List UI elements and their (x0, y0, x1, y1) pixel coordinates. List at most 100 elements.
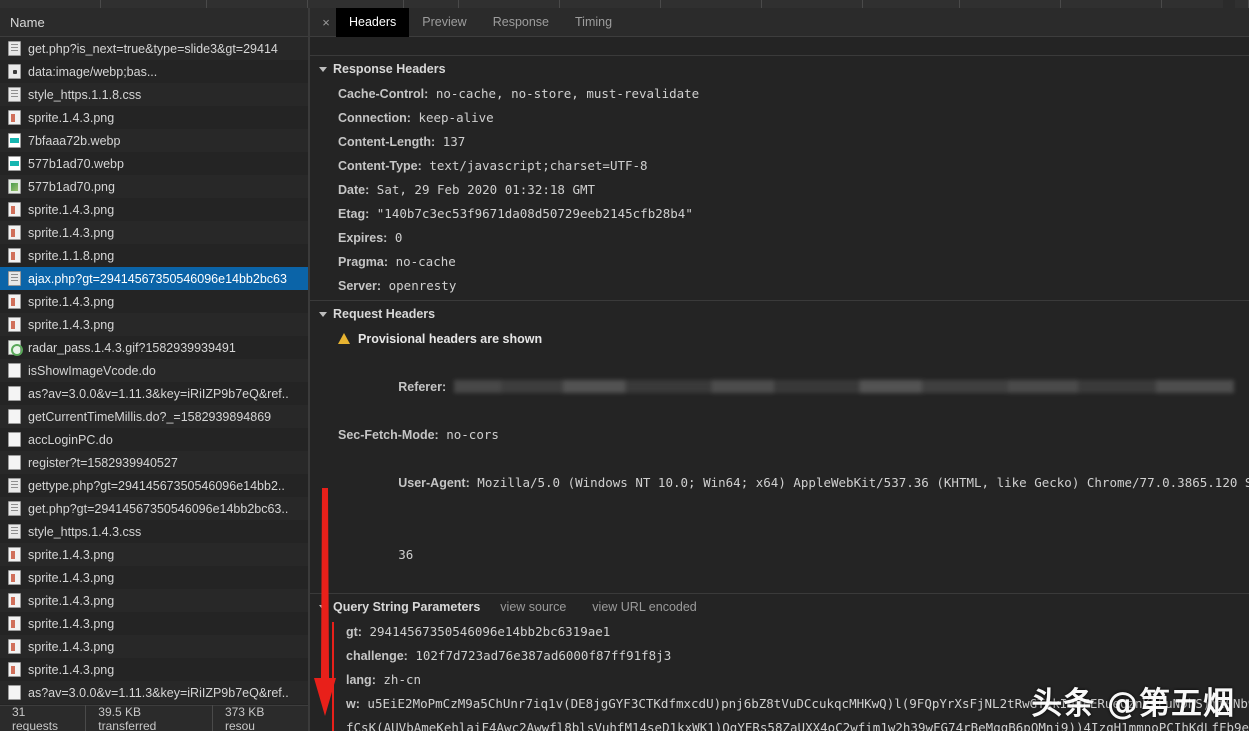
request-header-value: no-cors (446, 427, 499, 442)
request-list-item[interactable]: data:image/webp;bas... (0, 60, 308, 83)
section-request-headers-label: Request Headers (333, 307, 436, 321)
request-list-item[interactable]: isShowImageVcode.do (0, 359, 308, 382)
column-divider-10[interactable] (960, 0, 1061, 8)
chevron-down-icon[interactable] (319, 66, 327, 72)
request-list-item[interactable]: sprite.1.4.3.png (0, 543, 308, 566)
request-list-item[interactable]: 577b1ad70.png (0, 175, 308, 198)
close-icon[interactable]: × (316, 12, 336, 32)
request-list-item[interactable]: sprite.1.4.3.png (0, 566, 308, 589)
response-header-value: openresty (388, 278, 457, 293)
response-header-row: Pragma: no-cache (310, 250, 1249, 274)
request-list-item[interactable]: sprite.1.4.3.png (0, 198, 308, 221)
response-header-key: Pragma: (338, 255, 389, 269)
request-list-item-label: sprite.1.4.3.png (28, 202, 115, 217)
request-list-item[interactable]: sprite.1.4.3.png (0, 290, 308, 313)
request-list-item-label: sprite.1.4.3.png (28, 294, 115, 309)
header-referer-key: Referer: (398, 380, 447, 394)
tab-headers[interactable]: Headers (336, 7, 410, 37)
column-divider-0[interactable] (0, 0, 102, 8)
view-source-link[interactable]: view source (500, 594, 566, 620)
request-list-item[interactable]: sprite.1.1.8.png (0, 244, 308, 267)
response-header-key: Connection: (338, 111, 411, 125)
request-list[interactable]: get.php?is_next=true&type=slide3&gt=2941… (0, 37, 308, 705)
request-list-item-label: sprite.1.1.8.png (28, 248, 115, 263)
response-header-key: Content-Type: (338, 159, 422, 173)
response-header-key: Content-Length: (338, 135, 436, 149)
response-header-value: text/javascript;charset=UTF-8 (429, 158, 648, 173)
request-list-item[interactable]: as?av=3.0.0&v=1.11.3&key=iRiIZP9b7eQ&ref… (0, 681, 308, 704)
chevron-down-icon[interactable] (319, 604, 327, 610)
column-header-name[interactable]: Name (0, 8, 308, 37)
image-icon (8, 248, 21, 263)
request-list-item[interactable]: register?t=1582939940527 (0, 451, 308, 474)
request-list-item[interactable]: accLoginPC.do (0, 428, 308, 451)
query-param-key: challenge: (346, 649, 408, 663)
request-list-item-label: style_https.1.4.3.css (28, 524, 142, 539)
detail-tabbar: × Headers Preview Response Timing (310, 7, 1249, 37)
request-list-item[interactable]: 577b1ad70.webp (0, 152, 308, 175)
response-header-key: Cache-Control: (338, 87, 429, 101)
request-list-item[interactable]: 7bfaaa72b.webp (0, 129, 308, 152)
column-divider-7[interactable] (661, 0, 763, 8)
column-divider-1[interactable] (101, 0, 207, 8)
column-divider-12[interactable] (1162, 0, 1249, 8)
request-list-item[interactable]: getCurrentTimeMillis.do?_=1582939894869 (0, 405, 308, 428)
request-detail-panel: × Headers Preview Response Timing Referr… (310, 7, 1249, 731)
column-divider-2[interactable] (207, 0, 308, 8)
request-headers-list: Sec-Fetch-Mode: no-cors (310, 423, 1249, 447)
request-list-item[interactable]: get.php?gt=29414567350546096e14bb2bc63.. (0, 497, 308, 520)
devtools-network-panel: Name get.php?is_next=true&type=slide3&gt… (0, 0, 1249, 731)
column-divider-8[interactable] (762, 0, 864, 8)
column-divider-9[interactable] (863, 0, 960, 8)
query-param-row: lang: zh-cn (310, 668, 1249, 692)
tab-timing[interactable]: Timing (562, 8, 625, 37)
response-header-row: Content-Length: 137 (310, 130, 1249, 154)
section-request-headers[interactable]: Request Headers (310, 300, 1249, 327)
header-referer: Referer: (310, 351, 1249, 423)
image-icon (8, 317, 21, 332)
request-list-item[interactable]: sprite.1.4.3.png (0, 106, 308, 129)
provisional-headers-warning: Provisional headers are shown (310, 327, 1249, 351)
request-list-panel: Name get.php?is_next=true&type=slide3&gt… (0, 8, 309, 731)
image-icon (8, 616, 21, 631)
header-user-agent: User-Agent: Mozilla/5.0 (Windows NT 10.0… (310, 447, 1249, 519)
request-list-item[interactable]: gettype.php?gt=29414567350546096e14bb2.. (0, 474, 308, 497)
png-image-icon (8, 179, 21, 194)
response-headers-list: Cache-Control: no-cache, no-store, must-… (310, 82, 1249, 298)
plain-doc-icon (8, 432, 21, 447)
request-list-item[interactable]: radar_pass.1.4.3.gif?1582939939491 (0, 336, 308, 359)
request-list-item[interactable]: sprite.1.4.3.png (0, 658, 308, 681)
request-list-item[interactable]: ajax.php?gt=29414567350546096e14bb2bc63 (0, 267, 308, 290)
chevron-down-icon[interactable] (319, 311, 327, 317)
query-param-value: 102f7d723ad76e387ad6000f87ff91f8j3 (415, 648, 672, 663)
section-response-headers[interactable]: Response Headers (310, 55, 1249, 82)
column-divider-11[interactable] (1061, 0, 1162, 8)
image-icon (8, 662, 21, 677)
request-list-item[interactable]: sprite.1.4.3.png (0, 635, 308, 658)
section-query-string-parameters[interactable]: Query String Parameters view source view… (310, 593, 1249, 620)
image-icon (8, 593, 21, 608)
response-header-value: Sat, 29 Feb 2020 01:32:18 GMT (376, 182, 596, 197)
document-icon (8, 478, 21, 493)
request-list-item[interactable]: get.php?is_next=true&type=slide3&gt=2941… (0, 37, 308, 60)
request-list-item[interactable]: sprite.1.4.3.png (0, 612, 308, 635)
headers-detail-content[interactable]: Referrer Policy: no-referrer-when-downgr… (310, 37, 1249, 731)
request-list-item[interactable]: style_https.1.4.3.css (0, 520, 308, 543)
tab-preview[interactable]: Preview (409, 8, 479, 37)
request-list-item[interactable]: as?av=3.0.0&v=1.11.3&key=iRiIZP9b7eQ&ref… (0, 382, 308, 405)
header-user-agent-wrap: 36 (310, 519, 1249, 591)
view-url-encoded-link[interactable]: view URL encoded (592, 594, 696, 620)
request-list-item[interactable]: style_https.1.1.8.css (0, 83, 308, 106)
request-list-item[interactable]: sprite.1.4.3.png (0, 221, 308, 244)
tab-response[interactable]: Response (480, 8, 562, 37)
status-requests: 31 requests (0, 704, 87, 731)
request-list-item-label: sprite.1.4.3.png (28, 616, 115, 631)
request-list-item[interactable]: sprite.1.4.3.png (0, 589, 308, 612)
response-header-row: Server: openresty (310, 274, 1249, 298)
section-query-string-label: Query String Parameters (333, 600, 481, 614)
request-list-item[interactable]: sprite.1.4.3.png (0, 313, 308, 336)
request-header-row: Sec-Fetch-Mode: no-cors (310, 423, 1249, 447)
image-icon (8, 225, 21, 240)
request-list-item-label: 7bfaaa72b.webp (28, 133, 121, 148)
response-header-value: "140b7c3ec53f9671da08d50729eeb2145cfb28b… (376, 206, 693, 221)
